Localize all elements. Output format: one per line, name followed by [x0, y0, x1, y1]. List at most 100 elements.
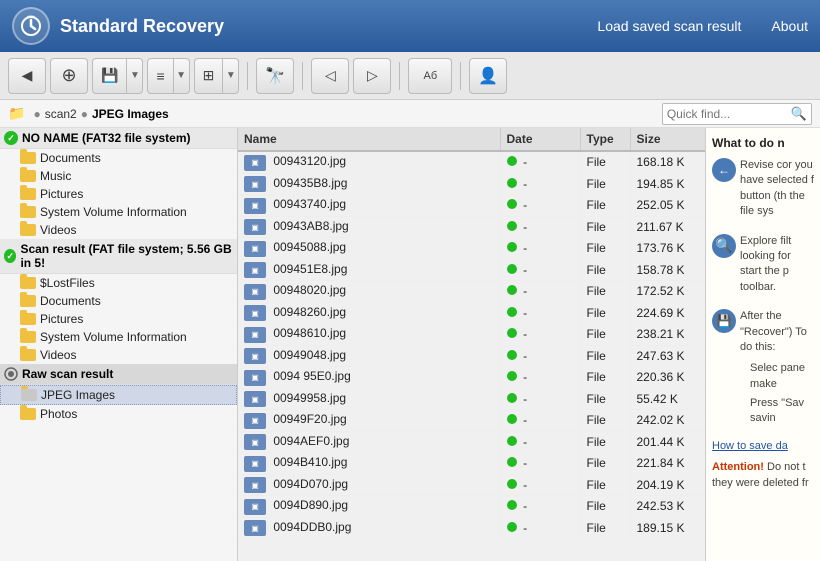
volume-noname-header[interactable]: ✓ NO NAME (FAT32 file system): [0, 128, 237, 149]
table-row[interactable]: ▣ 009435B8.jpg - File 194.85 K: [238, 173, 705, 195]
next-button[interactable]: ▷: [353, 58, 391, 94]
table-row[interactable]: ▣ 00949958.jpg - File 55.42 K: [238, 388, 705, 410]
file-size-cell: 55.42 K: [630, 388, 705, 410]
file-thumbnail: ▣: [244, 477, 266, 493]
header-nav: Load saved scan result About: [597, 18, 808, 34]
tree-item-sysvolinfo-1[interactable]: System Volume Information: [0, 203, 237, 221]
grid-button-dropdown[interactable]: ⊞ ▼: [194, 58, 240, 94]
file-date-cell: -: [500, 345, 580, 367]
status-indicator: [507, 522, 517, 532]
file-type-cell: File: [580, 238, 630, 260]
col-header-size[interactable]: Size: [630, 128, 705, 151]
scan-result-status-dot: ✓: [4, 249, 16, 263]
file-thumbnail: ▣: [244, 198, 266, 214]
raw-scan-header[interactable]: Raw scan result: [0, 364, 237, 385]
file-thumbnail: ▣: [244, 391, 266, 407]
tree-item-videos-2[interactable]: Videos: [0, 346, 237, 364]
col-header-type[interactable]: Type: [580, 128, 630, 151]
table-row[interactable]: ▣ 0094B410.jpg - File 221.84 K: [238, 453, 705, 475]
info-text-3: After the "Recover") To do this:: [740, 309, 814, 355]
table-row[interactable]: ▣ 00948610.jpg - File 238.21 K: [238, 324, 705, 346]
table-row[interactable]: ▣ 0094AEF0.jpg - File 201.44 K: [238, 431, 705, 453]
file-date-cell: -: [500, 281, 580, 303]
tree-item-sysvolinfo-2[interactable]: System Volume Information: [0, 328, 237, 346]
prev-button[interactable]: ◁: [311, 58, 349, 94]
status-indicator: [507, 500, 517, 510]
table-row[interactable]: ▣ 009451E8.jpg - File 158.78 K: [238, 259, 705, 281]
info-arrow-icon: ←: [712, 158, 736, 182]
file-name-cell: ▣ 0094AEF0.jpg: [238, 431, 500, 453]
search-button[interactable]: ⊕: [50, 58, 88, 94]
list-icon: ≡: [148, 59, 172, 93]
table-row[interactable]: ▣ 00945088.jpg - File 173.76 K: [238, 238, 705, 260]
breadcrumb-jpeg[interactable]: JPEG Images: [92, 107, 169, 121]
person-button[interactable]: 👤: [469, 58, 507, 94]
tree-item-jpeg-images[interactable]: JPEG Images: [0, 385, 237, 405]
file-thumbnail: ▣: [244, 456, 266, 472]
tree-item-documents-2[interactable]: Documents: [0, 292, 237, 310]
file-size-cell: 194.85 K: [630, 173, 705, 195]
info-link[interactable]: How to save da: [712, 439, 814, 454]
how-to-save-link[interactable]: How to save da: [712, 440, 788, 452]
table-row[interactable]: ▣ 00943120.jpg - File 168.18 K: [238, 151, 705, 173]
status-indicator: [507, 350, 517, 360]
folder-icon: [20, 152, 36, 164]
file-name-cell: ▣ 00949048.jpg: [238, 345, 500, 367]
file-table-container[interactable]: Name Date Type Size ▣ 00943120.jpg - Fil…: [238, 128, 705, 561]
file-date-cell: -: [500, 453, 580, 475]
list-dropdown-arrow: ▼: [173, 59, 189, 93]
info-search-icon: 🔍: [712, 234, 736, 258]
tree-item-documents-1[interactable]: Documents: [0, 149, 237, 167]
file-date-cell: -: [500, 431, 580, 453]
save-button-dropdown[interactable]: 💾 ▼: [92, 58, 143, 94]
col-header-name[interactable]: Name: [238, 128, 500, 151]
info-save-icon: 💾: [712, 309, 736, 333]
file-thumbnail: ▣: [244, 262, 266, 278]
col-header-date[interactable]: Date: [500, 128, 580, 151]
table-row[interactable]: ▣ 0094 95E0.jpg - File 220.36 K: [238, 367, 705, 389]
font-button[interactable]: Аб: [408, 58, 452, 94]
back-button[interactable]: ◀: [8, 58, 46, 94]
quick-find-search-icon[interactable]: 🔍: [791, 106, 807, 122]
folder-icon: [20, 331, 36, 343]
file-type-cell: File: [580, 324, 630, 346]
breadcrumb-bar: 📁 ● scan2 ● JPEG Images 🔍: [0, 100, 820, 128]
file-thumbnail: ▣: [244, 305, 266, 321]
status-indicator: [507, 393, 517, 403]
app-header: Standard Recovery Load saved scan result…: [0, 0, 820, 52]
file-table: Name Date Type Size ▣ 00943120.jpg - Fil…: [238, 128, 705, 539]
info-text-1: Revise cor you have selected f button (t…: [740, 158, 814, 220]
list-button-dropdown[interactable]: ≡ ▼: [147, 58, 189, 94]
tree-item-videos-1[interactable]: Videos: [0, 221, 237, 239]
tree-item-music-1[interactable]: Music: [0, 167, 237, 185]
status-indicator: [507, 436, 517, 446]
file-date-cell: -: [500, 324, 580, 346]
quick-find-input[interactable]: [667, 107, 787, 121]
file-thumbnail: ▣: [244, 434, 266, 450]
file-type-cell: File: [580, 216, 630, 238]
tree-item-lostfiles[interactable]: $LostFiles: [0, 274, 237, 292]
table-row[interactable]: ▣ 0094DDB0.jpg - File 189.15 K: [238, 517, 705, 539]
tree-label-photos: Photos: [40, 407, 77, 421]
load-scan-link[interactable]: Load saved scan result: [597, 18, 741, 34]
about-link[interactable]: About: [771, 18, 808, 34]
binoculars-button[interactable]: 🔭: [256, 58, 294, 94]
table-row[interactable]: ▣ 00948020.jpg - File 172.52 K: [238, 281, 705, 303]
tree-item-pictures-2[interactable]: Pictures: [0, 310, 237, 328]
tree-label-videos-1: Videos: [40, 223, 76, 237]
table-row[interactable]: ▣ 0094D890.jpg - File 242.53 K: [238, 496, 705, 518]
tree-item-pictures-1[interactable]: Pictures: [0, 185, 237, 203]
table-row[interactable]: ▣ 00949F20.jpg - File 242.02 K: [238, 410, 705, 432]
volume-noname-label: NO NAME (FAT32 file system): [22, 131, 190, 145]
file-name-cell: ▣ 00943740.jpg: [238, 195, 500, 217]
table-row[interactable]: ▣ 0094D070.jpg - File 204.19 K: [238, 474, 705, 496]
table-row[interactable]: ▣ 00943AB8.jpg - File 211.67 K: [238, 216, 705, 238]
file-name-cell: ▣ 00948260.jpg: [238, 302, 500, 324]
table-row[interactable]: ▣ 00948260.jpg - File 224.69 K: [238, 302, 705, 324]
breadcrumb-scan2[interactable]: scan2: [45, 107, 77, 121]
file-type-cell: File: [580, 496, 630, 518]
table-row[interactable]: ▣ 00949048.jpg - File 247.63 K: [238, 345, 705, 367]
table-row[interactable]: ▣ 00943740.jpg - File 252.05 K: [238, 195, 705, 217]
tree-item-photos[interactable]: Photos: [0, 405, 237, 423]
scan-result-header[interactable]: ✓ Scan result (FAT file system; 5.56 GB …: [0, 239, 237, 274]
